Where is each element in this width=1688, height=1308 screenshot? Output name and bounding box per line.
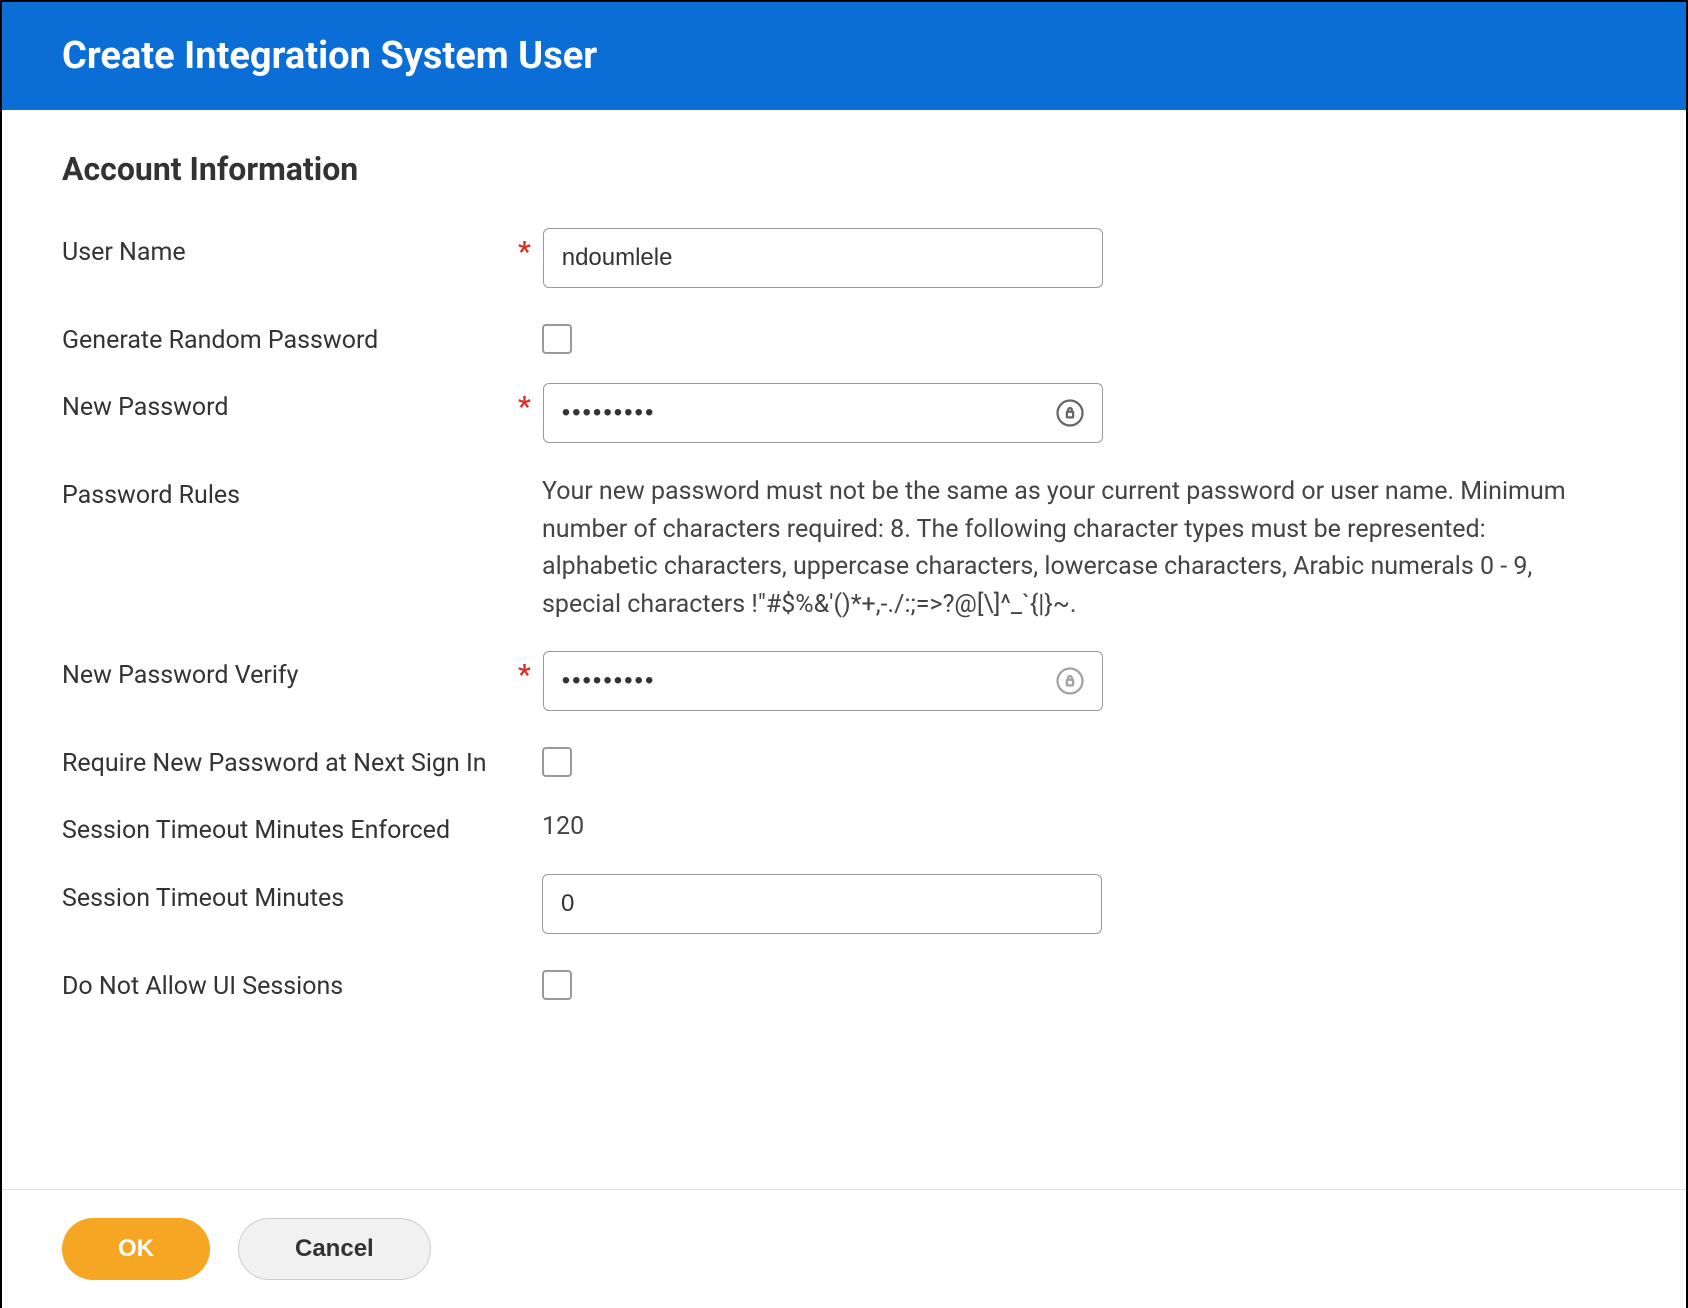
label-require-new-password: Require New Password at Next Sign In <box>62 739 542 778</box>
label-session-timeout: Session Timeout Minutes <box>62 874 542 913</box>
required-indicator: * <box>518 228 531 266</box>
ok-button[interactable]: OK <box>62 1218 210 1280</box>
row-username: User Name * <box>62 228 1626 288</box>
no-ui-sessions-checkbox[interactable] <box>542 970 572 1000</box>
row-new-password: New Password * <box>62 383 1626 443</box>
new-password-input[interactable] <box>543 383 1103 443</box>
row-session-timeout-enforced: Session Timeout Minutes Enforced 120 <box>62 806 1626 846</box>
footer-buttons: OK Cancel <box>2 1189 1686 1308</box>
row-session-timeout: Session Timeout Minutes <box>62 874 1626 934</box>
page-header: Create Integration System User <box>2 2 1686 110</box>
label-new-password-verify: New Password Verify <box>62 651 542 690</box>
row-new-password-verify: New Password Verify * <box>62 651 1626 711</box>
label-password-rules: Password Rules <box>62 471 542 510</box>
username-input[interactable] <box>543 228 1103 288</box>
random-password-checkbox[interactable] <box>542 324 572 354</box>
session-timeout-enforced-value: 120 <box>542 806 584 846</box>
section-title: Account Information <box>62 150 1626 188</box>
content-area: Account Information User Name * Generate… <box>2 110 1686 1049</box>
lock-refresh-icon[interactable] <box>1055 398 1085 428</box>
row-no-ui-sessions: Do Not Allow UI Sessions <box>62 962 1626 1001</box>
label-new-password: New Password <box>62 383 542 422</box>
new-password-verify-input[interactable] <box>543 651 1103 711</box>
row-password-rules: Password Rules Your new password must no… <box>62 471 1626 623</box>
label-random-password: Generate Random Password <box>62 316 542 355</box>
require-new-password-checkbox[interactable] <box>542 747 572 777</box>
required-indicator: * <box>518 651 531 689</box>
required-indicator: * <box>518 383 531 421</box>
lock-refresh-icon[interactable] <box>1055 666 1085 696</box>
label-username: User Name <box>62 228 542 267</box>
page-title: Create Integration System User <box>62 34 1626 78</box>
password-rules-text: Your new password must not be the same a… <box>542 471 1582 623</box>
cancel-button[interactable]: Cancel <box>238 1218 431 1280</box>
row-require-new-password: Require New Password at Next Sign In <box>62 739 1626 778</box>
session-timeout-input[interactable] <box>542 874 1102 934</box>
label-no-ui-sessions: Do Not Allow UI Sessions <box>62 962 542 1001</box>
label-session-timeout-enforced: Session Timeout Minutes Enforced <box>62 806 542 845</box>
row-random-password: Generate Random Password <box>62 316 1626 355</box>
